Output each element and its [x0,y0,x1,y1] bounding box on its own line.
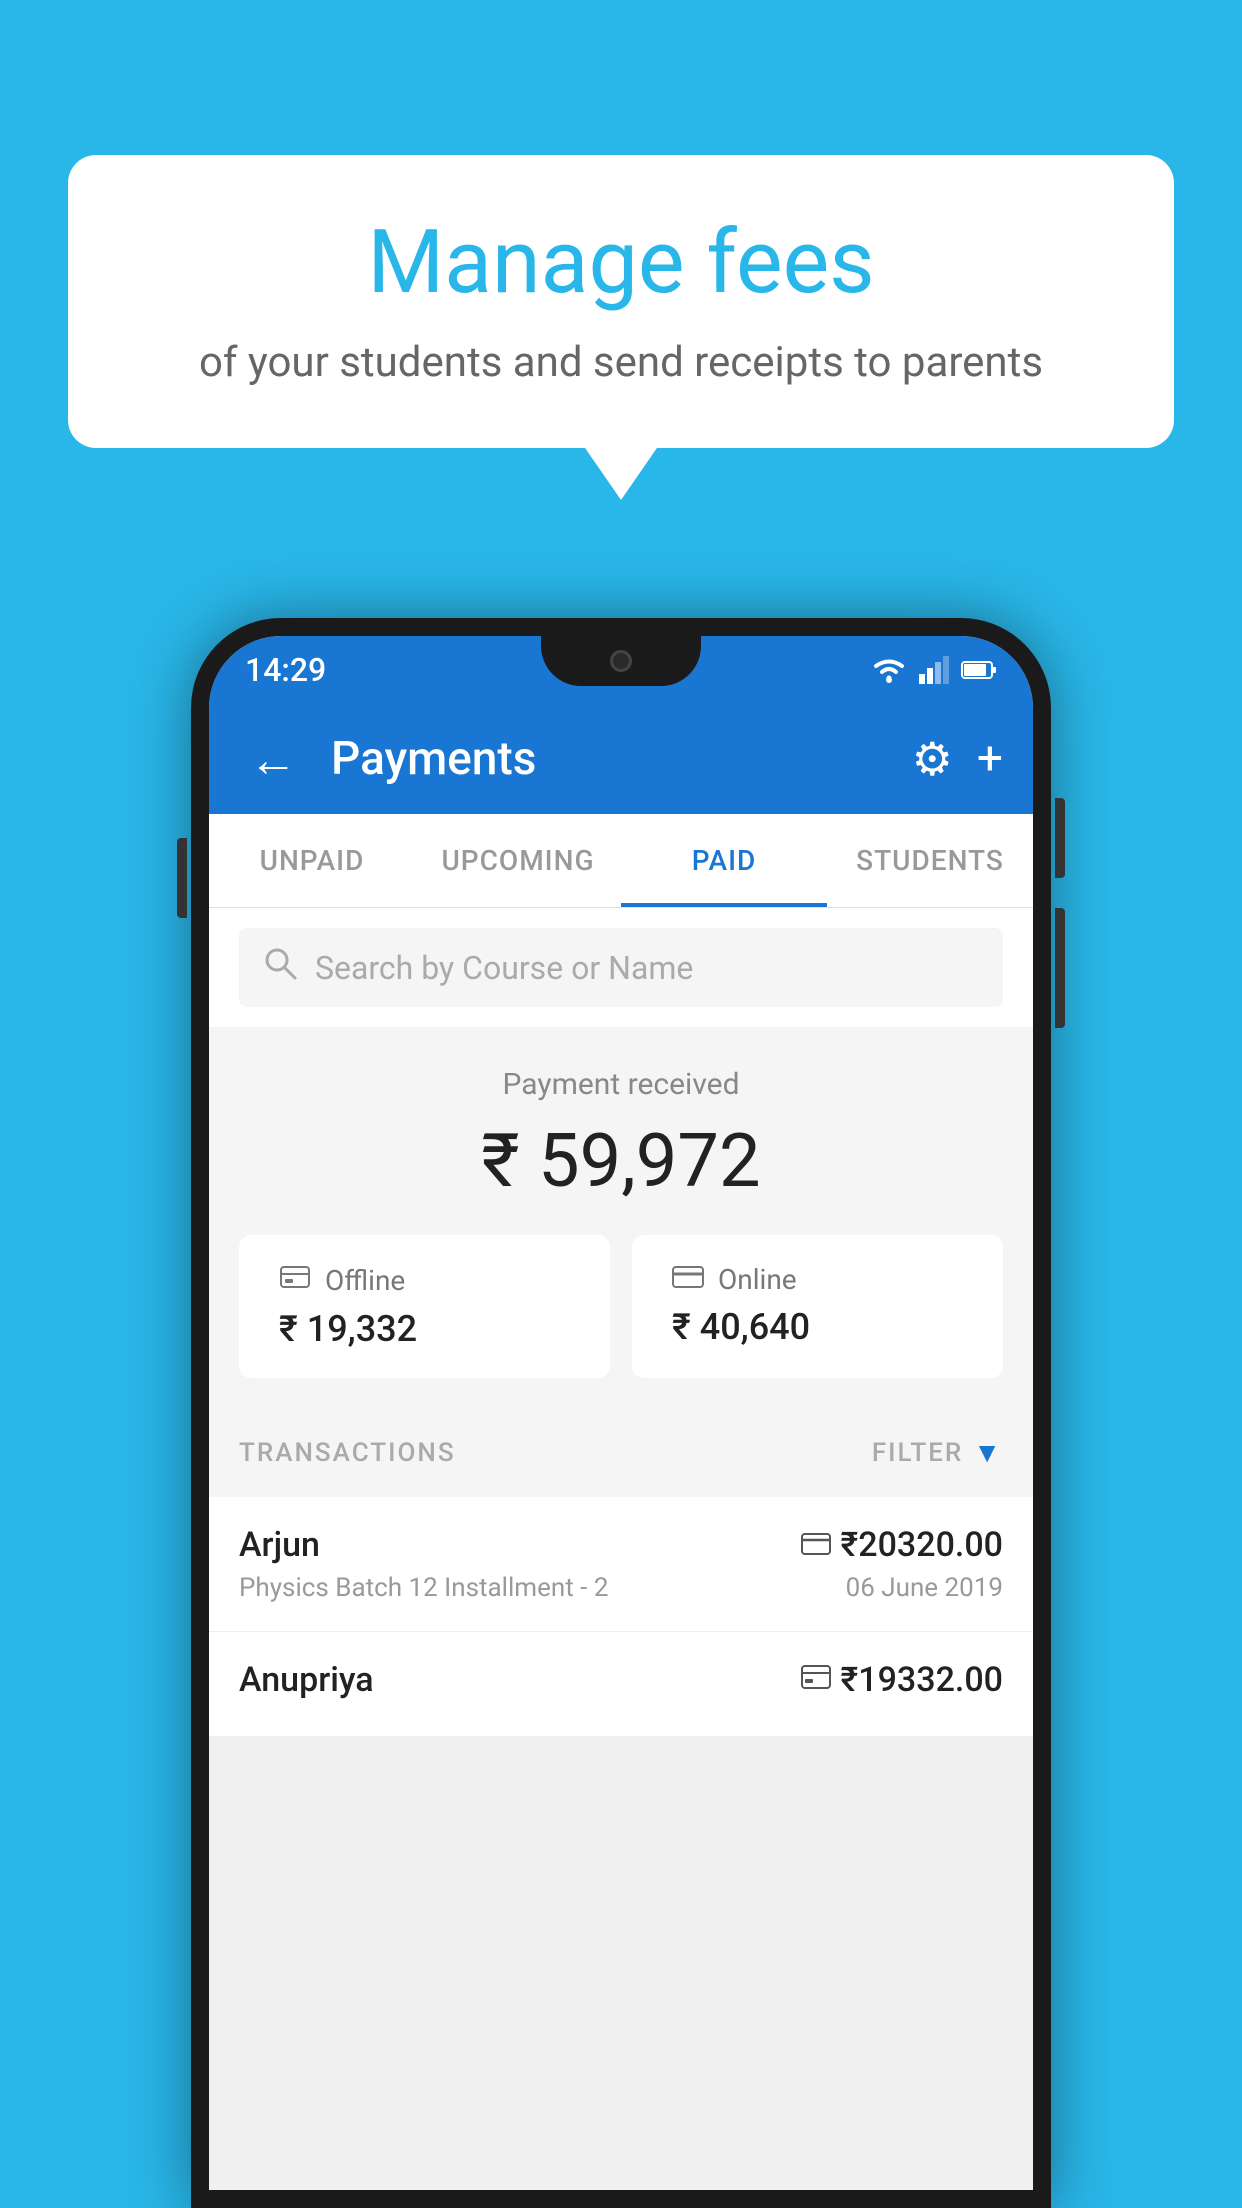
signal-icon [919,656,949,684]
filter-icon: ▼ [973,1436,1003,1469]
front-camera [610,650,632,672]
search-placeholder: Search by Course or Name [315,949,693,987]
wifi-icon [871,656,907,684]
offline-amount: ₹ 19,332 [279,1308,570,1350]
online-label: Online [718,1263,797,1296]
speech-bubble-container: Manage fees of your students and send re… [68,155,1174,448]
filter-button[interactable]: FILTER ▼ [872,1436,1003,1469]
transactions-header: TRANSACTIONS FILTER ▼ [209,1408,1033,1497]
settings-button[interactable]: ⚙ [912,732,953,787]
online-payment-icon [801,1529,831,1562]
table-row[interactable]: Anupriya ₹19332.00 [209,1632,1033,1737]
search-container: Search by Course or Name [209,908,1033,1027]
transaction-list: Arjun ₹20320.00 Physics Batch 12 Install… [209,1497,1033,1737]
add-button[interactable]: + [977,732,1003,786]
offline-payment-icon [801,1664,831,1697]
volume-up-button [1055,798,1065,878]
app-bar-actions: ⚙ + [912,732,1003,787]
offline-icon [279,1263,311,1298]
app-bar-title: Payments [331,732,888,786]
transaction-date: 06 June 2019 [846,1573,1003,1603]
battery-icon [961,659,997,681]
tab-students[interactable]: STUDENTS [827,814,1033,907]
status-icons [871,656,997,684]
phone-screen: 14:29 [209,636,1033,2190]
offline-breakdown-card: Offline ₹ 19,332 [239,1235,610,1378]
back-button[interactable]: ← [239,721,307,798]
tab-paid[interactable]: PAID [621,814,827,907]
transaction-amount: ₹19332.00 [841,1660,1003,1700]
status-time: 14:29 [245,651,326,689]
online-amount: ₹ 40,640 [672,1306,963,1348]
online-breakdown-card: Online ₹ 40,640 [632,1235,1003,1378]
app-bar: ← Payments ⚙ + [209,704,1033,814]
transaction-name: Anupriya [239,1660,374,1700]
phone-notch [541,636,701,686]
payment-amount: ₹ 59,972 [239,1118,1003,1205]
speech-bubble: Manage fees of your students and send re… [68,155,1174,448]
payment-summary: Payment received ₹ 59,972 Offline [209,1027,1033,1408]
tab-unpaid[interactable]: UNPAID [209,814,415,907]
online-icon [672,1263,704,1296]
payment-breakdown: Offline ₹ 19,332 Online ₹ 4 [239,1235,1003,1378]
search-bar[interactable]: Search by Course or Name [239,928,1003,1007]
transaction-name: Arjun [239,1525,320,1565]
offline-label: Offline [325,1264,405,1297]
speech-bubble-title: Manage fees [118,215,1124,312]
power-button [177,838,187,918]
transaction-description: Physics Batch 12 Installment - 2 [239,1573,608,1603]
search-icon [263,946,297,989]
payment-label: Payment received [239,1067,1003,1102]
transaction-amount: ₹20320.00 [841,1525,1003,1565]
table-row[interactable]: Arjun ₹20320.00 Physics Batch 12 Install… [209,1497,1033,1632]
volume-down-button [1055,908,1065,1028]
transactions-label: TRANSACTIONS [239,1438,456,1468]
tabs-container: UNPAID UPCOMING PAID STUDENTS [209,814,1033,908]
phone-frame: 14:29 [191,618,1051,2208]
filter-label: FILTER [872,1438,963,1468]
tab-upcoming[interactable]: UPCOMING [415,814,621,907]
speech-bubble-subtitle: of your students and send receipts to pa… [118,334,1124,393]
